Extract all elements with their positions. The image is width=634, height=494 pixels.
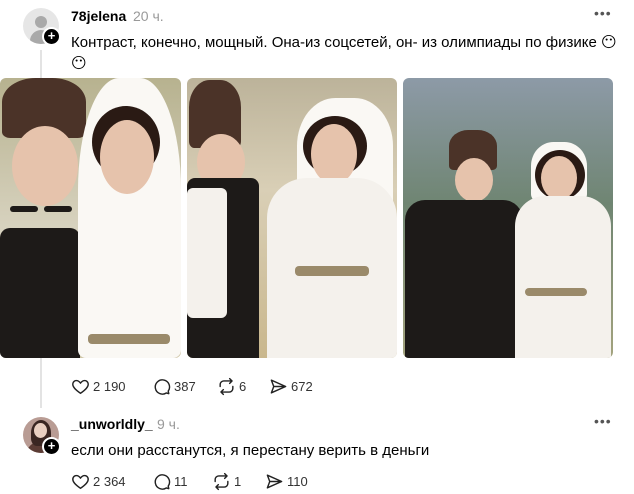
glasses: [44, 206, 72, 212]
comment-count: 11: [174, 473, 188, 489]
like-count: 2 190: [93, 378, 126, 394]
post-username[interactable]: 78jelena: [71, 8, 126, 24]
share-button[interactable]: 110: [265, 472, 308, 490]
post-photo-1[interactable]: [0, 78, 181, 358]
more-options-icon[interactable]: •••: [594, 414, 614, 430]
heart-icon: [72, 474, 89, 489]
reply-actions: 2 364 11 1 110: [71, 472, 471, 490]
post-actions: 2 190 387 6 672: [71, 377, 471, 395]
bride-dress: [515, 196, 611, 358]
bride-face: [541, 156, 577, 200]
post-time: 20 ч.: [133, 8, 164, 24]
white-cape: [187, 188, 227, 318]
follow-plus-icon[interactable]: +: [42, 27, 61, 46]
post-photo-2[interactable]: [187, 78, 397, 358]
more-options-icon[interactable]: •••: [594, 6, 614, 22]
bride-face: [100, 120, 154, 194]
repost-icon: [214, 472, 229, 490]
share-button[interactable]: 672: [269, 377, 313, 395]
avatar-head: [35, 16, 47, 28]
send-icon: [266, 473, 283, 489]
post-text: Контраст, конечно, мощный. Она-из соцсет…: [71, 34, 617, 72]
repost-button[interactable]: 6: [217, 377, 246, 395]
glasses: [10, 206, 38, 212]
comment-button[interactable]: 387: [152, 377, 196, 395]
man-coat: [0, 228, 80, 358]
reply-time: 9 ч.: [157, 416, 180, 432]
comment-button[interactable]: 11: [152, 472, 188, 490]
comment-count: 387: [174, 378, 196, 394]
repost-button[interactable]: 1: [212, 472, 241, 490]
bride-belt: [295, 266, 369, 276]
repost-count: 1: [234, 473, 242, 489]
reply-username[interactable]: _unworldly_: [71, 416, 153, 432]
reply-text: если они расстанутся, я перестану верить…: [71, 442, 430, 459]
post-photo-3[interactable]: [403, 78, 613, 358]
repost-icon: [219, 377, 234, 395]
bride-face: [311, 124, 357, 184]
bride-belt: [525, 288, 587, 296]
comment-icon: [154, 378, 171, 395]
repost-count: 6: [239, 378, 247, 394]
follow-plus-icon[interactable]: +: [42, 437, 61, 456]
man-coat: [405, 200, 523, 358]
comment-icon: [154, 473, 171, 490]
like-button[interactable]: 2 364: [71, 472, 126, 490]
man-face: [455, 158, 493, 202]
share-count: 110: [287, 473, 308, 489]
like-count: 2 364: [93, 473, 126, 489]
send-icon: [270, 378, 287, 394]
man-face: [12, 126, 78, 206]
post-image-carousel[interactable]: [0, 78, 634, 358]
avatar-face: [34, 423, 47, 438]
heart-icon: [72, 379, 89, 394]
share-count: 672: [291, 378, 313, 394]
like-button[interactable]: 2 190: [71, 377, 126, 395]
bride-belt: [88, 334, 170, 344]
